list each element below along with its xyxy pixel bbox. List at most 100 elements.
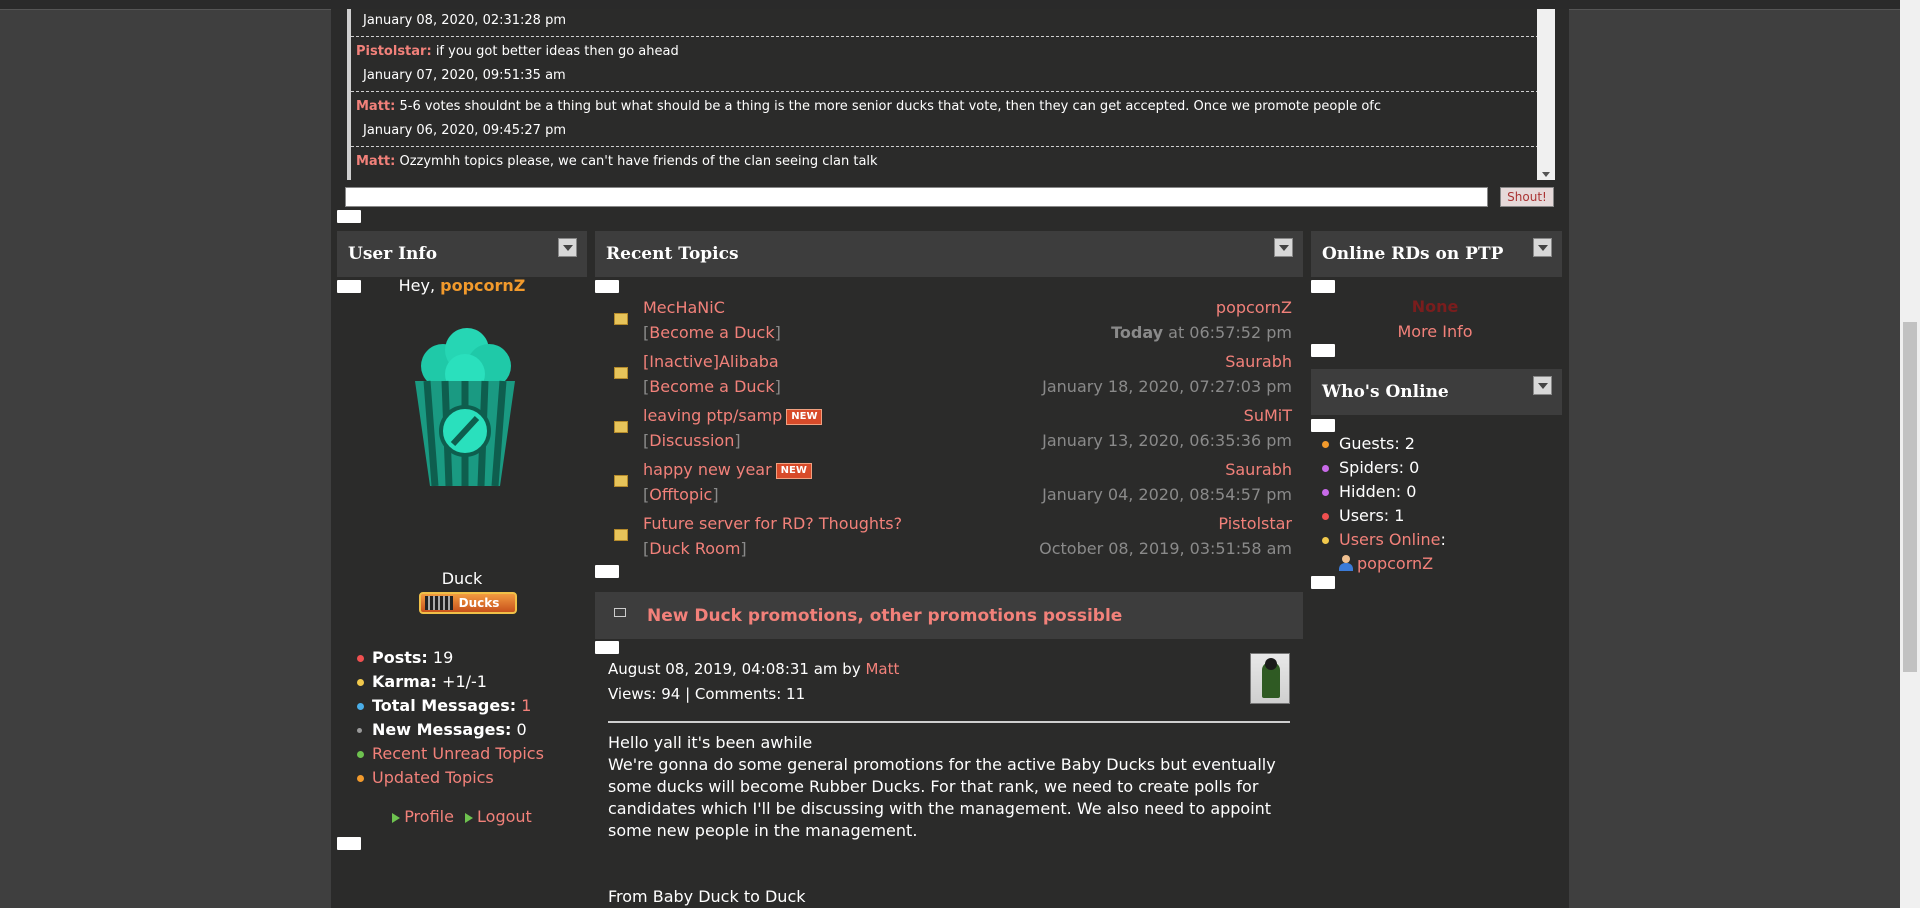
updated-topics-item: Updated Topics [357, 766, 544, 790]
spacer-image [1311, 576, 1335, 589]
arrow-right-icon [392, 812, 401, 823]
greeting-text: Hey, [398, 276, 436, 295]
news-posted-line: August 08, 2019, 04:08:31 am by Matt [608, 657, 899, 682]
more-info-link[interactable]: More Info [1397, 322, 1472, 341]
news-footer-line: From Baby Duck to Duck [608, 887, 806, 906]
shout-author[interactable]: Pistolstar [356, 44, 426, 59]
spiders-item: Spiders: 0 [1322, 456, 1446, 480]
news-intro: Hello yall it's been awhile [608, 733, 813, 752]
users-online-link[interactable]: Users Online [1339, 530, 1441, 549]
scrollbar-thumb[interactable] [1903, 322, 1917, 672]
panel-title: Online RDs on PTP [1322, 244, 1504, 264]
rank-badge: Ducks [419, 592, 517, 614]
topic-title-line: leaving ptp/samp NEW [643, 405, 823, 427]
stat-new-messages: New Messages: 0 [357, 718, 544, 742]
updated-topics-link[interactable]: Updated Topics [372, 768, 494, 787]
spacer-image [1311, 419, 1335, 432]
shout-author[interactable]: Matt [356, 99, 390, 114]
online-rds-content: None More Info [1312, 294, 1558, 344]
topic-author-link[interactable]: popcornZ [1216, 297, 1292, 319]
shout-entry: Pistolstar: if you got better ideas then… [351, 37, 1539, 92]
avatar [405, 326, 525, 495]
topic-date-bold: Today [1111, 323, 1164, 342]
recent-unread-topics-item: Recent Unread Topics [357, 742, 544, 766]
collapse-icon[interactable] [1533, 238, 1552, 257]
topic-title-link[interactable]: [Inactive]Alibaba [643, 352, 779, 371]
bullet-icon [1322, 441, 1329, 448]
username-link[interactable]: popcornZ [440, 276, 525, 295]
new-badge: NEW [786, 409, 823, 425]
topic-icon [614, 475, 628, 487]
shout-message: 5-6 votes shouldnt be a thing but what s… [399, 99, 1382, 114]
online-user-item: popcornZ [1322, 552, 1446, 576]
none-label: None [1411, 297, 1459, 316]
profile-link[interactable]: Profile [404, 807, 454, 826]
recent-topics-list: MecHaNiC [Become a Duck] popcornZ Today … [590, 297, 1292, 567]
topic-board-link[interactable]: Become a Duck [649, 323, 774, 342]
topic-title-link[interactable]: happy new year [643, 460, 772, 479]
panel-title: Recent Topics [606, 244, 739, 264]
users-count: Users: 1 [1339, 506, 1405, 525]
hidden-item: Hidden: 0 [1322, 480, 1446, 504]
logout-link[interactable]: Logout [477, 807, 532, 826]
recent-unread-topics-link[interactable]: Recent Unread Topics [372, 744, 544, 763]
shout-scrollbar[interactable] [1537, 9, 1555, 180]
collapse-icon[interactable] [558, 238, 577, 257]
news-body: Hello yall it's been awhile We're gonna … [608, 732, 1290, 908]
topic-author-link[interactable]: Saurabh [1225, 459, 1292, 481]
shout-input[interactable] [345, 187, 1488, 207]
profile-logout-row: Profile Logout [337, 807, 587, 826]
shout-author[interactable]: Matt [356, 154, 390, 169]
bullet-icon [357, 679, 364, 686]
news-author-link[interactable]: Matt [865, 660, 899, 678]
shout-colon: : [426, 44, 432, 59]
topic-author-link[interactable]: Saurabh [1225, 351, 1292, 373]
spacer-image [595, 641, 619, 654]
bullet-icon [357, 655, 364, 662]
author-avatar[interactable] [1250, 653, 1290, 704]
topic-title-link[interactable]: leaving ptp/samp [643, 406, 782, 425]
user-icon [1339, 555, 1353, 571]
online-user-link[interactable]: popcornZ [1357, 554, 1433, 573]
shout-timestamp: January 07, 2020, 09:51:35 am [363, 68, 566, 83]
bullet-icon [357, 751, 364, 758]
total-messages-link[interactable]: 1 [521, 696, 531, 715]
shout-message: Ozzymhh topics please, we can't have fri… [399, 154, 878, 169]
page-scrollbar[interactable] [1900, 0, 1920, 908]
guests-count: Guests: 2 [1339, 434, 1415, 453]
topic-author-link[interactable]: SuMiT [1244, 405, 1292, 427]
users-online-item: Users Online: [1322, 528, 1446, 552]
topic-icon [614, 529, 628, 541]
greeting: Hey, popcornZ [337, 276, 587, 295]
shout-timestamp: January 06, 2020, 09:45:27 pm [363, 123, 567, 138]
scroll-down-arrow-icon[interactable] [1542, 172, 1550, 177]
shout-message: if you got better ideas then go ahead [435, 44, 679, 59]
topic-row: MecHaNiC [Become a Duck] popcornZ Today … [590, 297, 1292, 351]
users-item: Users: 1 [1322, 504, 1446, 528]
arrow-right-icon [465, 812, 474, 823]
stat-total-messages: Total Messages: 1 [357, 694, 544, 718]
news-title-link[interactable]: New Duck promotions, other promotions po… [647, 606, 1122, 626]
spacer-image [1311, 280, 1335, 293]
topic-board-line: [Become a Duck] [643, 323, 781, 342]
topic-title-link[interactable]: Future server for RD? Thoughts? [643, 514, 902, 533]
stat-value: 0 [516, 720, 527, 739]
stat-value: 19 [432, 648, 454, 667]
spacer-image [337, 210, 361, 223]
bullet-icon [357, 775, 364, 782]
topic-author-link[interactable]: Pistolstar [1218, 513, 1292, 535]
topic-board-link[interactable]: Discussion [649, 431, 734, 450]
shout-button[interactable]: Shout! [1500, 187, 1554, 207]
user-stats: Posts: 19 Karma: +1/-1 Total Messages: 1… [357, 646, 544, 790]
guests-item: Guests: 2 [1322, 432, 1446, 456]
topic-board-link[interactable]: Become a Duck [649, 377, 774, 396]
collapse-icon[interactable] [1274, 238, 1293, 257]
collapse-icon[interactable] [1533, 376, 1552, 395]
bullet-icon [1322, 489, 1329, 496]
topic-title-link[interactable]: MecHaNiC [643, 298, 725, 317]
whos-online-list: Guests: 2 Spiders: 0 Hidden: 0 Users: 1 … [1322, 432, 1446, 576]
topic-board-link[interactable]: Duck Room [649, 539, 740, 558]
topic-icon [614, 367, 628, 379]
topic-board-link[interactable]: Offtopic [649, 485, 712, 504]
stat-label: Total Messages: [372, 696, 517, 715]
